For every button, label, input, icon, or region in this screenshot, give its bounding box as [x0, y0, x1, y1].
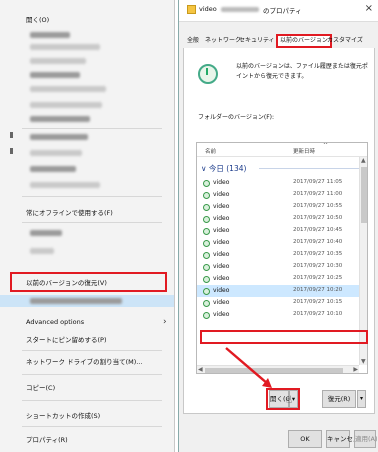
annotation-arrow [225, 347, 272, 388]
